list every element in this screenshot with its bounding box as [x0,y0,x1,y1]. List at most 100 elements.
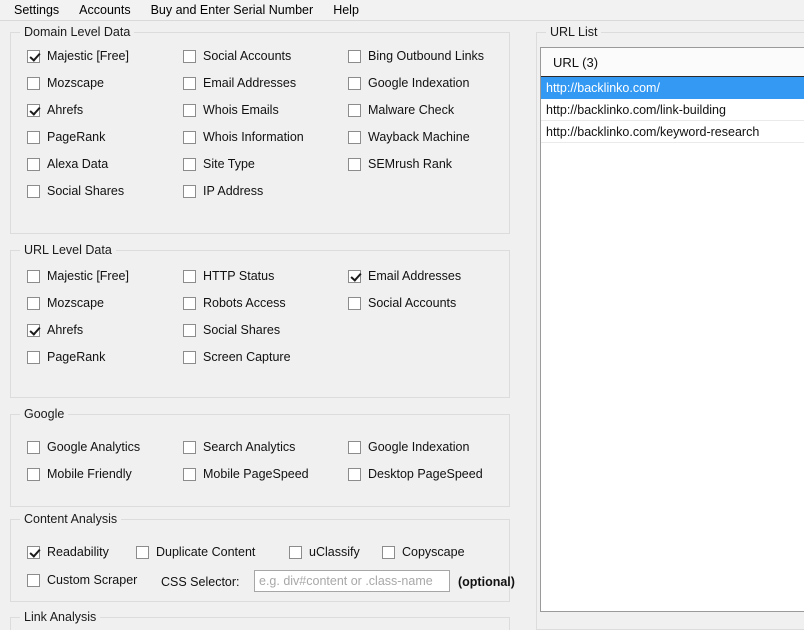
checkbox-row-bing-outbound-links-domain[interactable]: Bing Outbound Links [348,49,484,63]
checkbox-box[interactable] [27,440,40,454]
checkbox-box[interactable] [27,269,40,283]
checkbox-box[interactable] [183,76,196,90]
checkbox-box[interactable] [348,467,361,481]
menu-item-buy-serial-number[interactable]: Buy and Enter Serial Number [141,1,324,19]
checkbox-box[interactable] [27,76,40,90]
checkbox-box[interactable] [183,440,196,454]
checkbox-row-custom-scraper[interactable]: Custom Scraper [27,573,137,587]
checkbox-row-site-type-domain[interactable]: Site Type [183,157,255,171]
css-selector-label: CSS Selector: [161,575,240,589]
checkbox-row-mobile-pagespeed[interactable]: Mobile PageSpeed [183,467,309,481]
url-column-header[interactable]: URL (3) [541,48,804,77]
checkbox-box[interactable] [183,296,196,310]
checkbox-box[interactable] [27,103,40,117]
checkbox-box[interactable] [27,184,40,198]
checkbox-row-social-accounts-url[interactable]: Social Accounts [348,296,456,310]
checkbox-box[interactable] [27,467,40,481]
checkbox-box[interactable] [27,323,40,337]
checkbox-row-social-shares-domain[interactable]: Social Shares [27,184,124,198]
checkbox-row-google-analytics[interactable]: Google Analytics [27,440,140,454]
url-listview[interactable]: URL (3) http://backlinko.com/ http://bac… [540,47,804,612]
checkbox-row-social-accounts-domain[interactable]: Social Accounts [183,49,291,63]
checkbox-box[interactable] [27,573,40,587]
checkbox-row-mozscape-url[interactable]: Mozscape [27,296,104,310]
checkbox-row-uclassify[interactable]: uClassify [289,545,360,559]
checkbox-row-email-addresses-url[interactable]: Email Addresses [348,269,461,283]
checkbox-label: Custom Scraper [47,573,138,587]
url-list-item[interactable]: http://backlinko.com/link-building [541,99,804,121]
checkbox-row-google-indexation-domain[interactable]: Google Indexation [348,76,469,90]
checkbox-row-ahrefs-url[interactable]: Ahrefs [27,323,83,337]
checkbox-row-majestic-free-domain[interactable]: Majestic [Free] [27,49,129,63]
checkbox-label: Social Shares [47,184,125,198]
checkbox-box[interactable] [27,545,40,559]
menu-item-help[interactable]: Help [323,1,369,19]
group-title-url-level-data: URL Level Data [20,243,116,257]
checkbox-box[interactable] [348,103,361,117]
menu-item-settings[interactable]: Settings [4,1,69,19]
checkbox-box[interactable] [348,130,361,144]
checkbox-box[interactable] [183,130,196,144]
checkbox-box[interactable] [27,49,40,63]
checkbox-box[interactable] [382,545,395,559]
checkbox-label: Malware Check [368,103,455,117]
url-list-item[interactable]: http://backlinko.com/ [541,77,804,99]
group-title-link-analysis: Link Analysis [20,610,101,624]
checkbox-box[interactable] [289,545,302,559]
checkbox-row-semrush-rank-domain[interactable]: SEMrush Rank [348,157,452,171]
checkbox-row-wayback-machine-domain[interactable]: Wayback Machine [348,130,470,144]
checkbox-row-http-status-url[interactable]: HTTP Status [183,269,274,283]
checkbox-label: Screen Capture [203,350,291,364]
checkbox-box[interactable] [183,157,196,171]
checkbox-row-robots-access-url[interactable]: Robots Access [183,296,286,310]
checkbox-label: Desktop PageSpeed [368,467,483,481]
checkbox-box[interactable] [27,157,40,171]
checkbox-box[interactable] [183,350,196,364]
checkbox-box[interactable] [348,49,361,63]
checkbox-row-screen-capture-url[interactable]: Screen Capture [183,350,291,364]
checkbox-row-ip-address-domain[interactable]: IP Address [183,184,263,198]
checkbox-box[interactable] [348,76,361,90]
checkbox-box[interactable] [183,467,196,481]
checkbox-box[interactable] [183,103,196,117]
checkbox-box[interactable] [183,269,196,283]
checkbox-box[interactable] [183,323,196,337]
checkbox-row-majestic-free-url[interactable]: Majestic [Free] [27,269,129,283]
checkbox-row-readability[interactable]: Readability [27,545,109,559]
checkbox-box[interactable] [27,296,40,310]
css-selector-input[interactable] [254,570,450,592]
checkbox-box[interactable] [348,157,361,171]
menu-item-accounts[interactable]: Accounts [69,1,140,19]
checkbox-box[interactable] [136,545,149,559]
checkbox-row-google-indexation-google[interactable]: Google Indexation [348,440,469,454]
group-title-content-analysis: Content Analysis [20,512,122,526]
checkbox-row-copyscape[interactable]: Copyscape [382,545,465,559]
checkbox-box[interactable] [27,130,40,144]
checkbox-box[interactable] [27,350,40,364]
url-list-item[interactable]: http://backlinko.com/keyword-research [541,121,804,143]
checkbox-row-pagerank-domain[interactable]: PageRank [27,130,105,144]
checkbox-box[interactable] [348,296,361,310]
group-link-analysis: Link Analysis [10,610,510,630]
group-domain-level-data: Domain Level Data Majestic [Free] Mozsca… [10,25,510,234]
checkbox-box[interactable] [348,440,361,454]
checkbox-box[interactable] [348,269,361,283]
checkbox-label: Ahrefs [47,323,84,337]
checkbox-label: Majestic [Free] [47,269,129,283]
checkbox-row-search-analytics[interactable]: Search Analytics [183,440,295,454]
checkbox-row-mozscape-domain[interactable]: Mozscape [27,76,104,90]
checkbox-row-whois-information-domain[interactable]: Whois Information [183,130,304,144]
checkbox-row-social-shares-url[interactable]: Social Shares [183,323,280,337]
checkbox-box[interactable] [183,184,196,198]
checkbox-row-email-addresses-domain[interactable]: Email Addresses [183,76,296,90]
checkbox-row-duplicate-content[interactable]: Duplicate Content [136,545,255,559]
checkbox-row-whois-emails-domain[interactable]: Whois Emails [183,103,279,117]
checkbox-row-alexa-data-domain[interactable]: Alexa Data [27,157,108,171]
checkbox-row-pagerank-url[interactable]: PageRank [27,350,105,364]
checkbox-row-ahrefs-domain[interactable]: Ahrefs [27,103,83,117]
checkbox-row-malware-check-domain[interactable]: Malware Check [348,103,454,117]
checkbox-row-desktop-pagespeed[interactable]: Desktop PageSpeed [348,467,483,481]
checkbox-label: SEMrush Rank [368,157,453,171]
checkbox-row-mobile-friendly[interactable]: Mobile Friendly [27,467,132,481]
checkbox-box[interactable] [183,49,196,63]
